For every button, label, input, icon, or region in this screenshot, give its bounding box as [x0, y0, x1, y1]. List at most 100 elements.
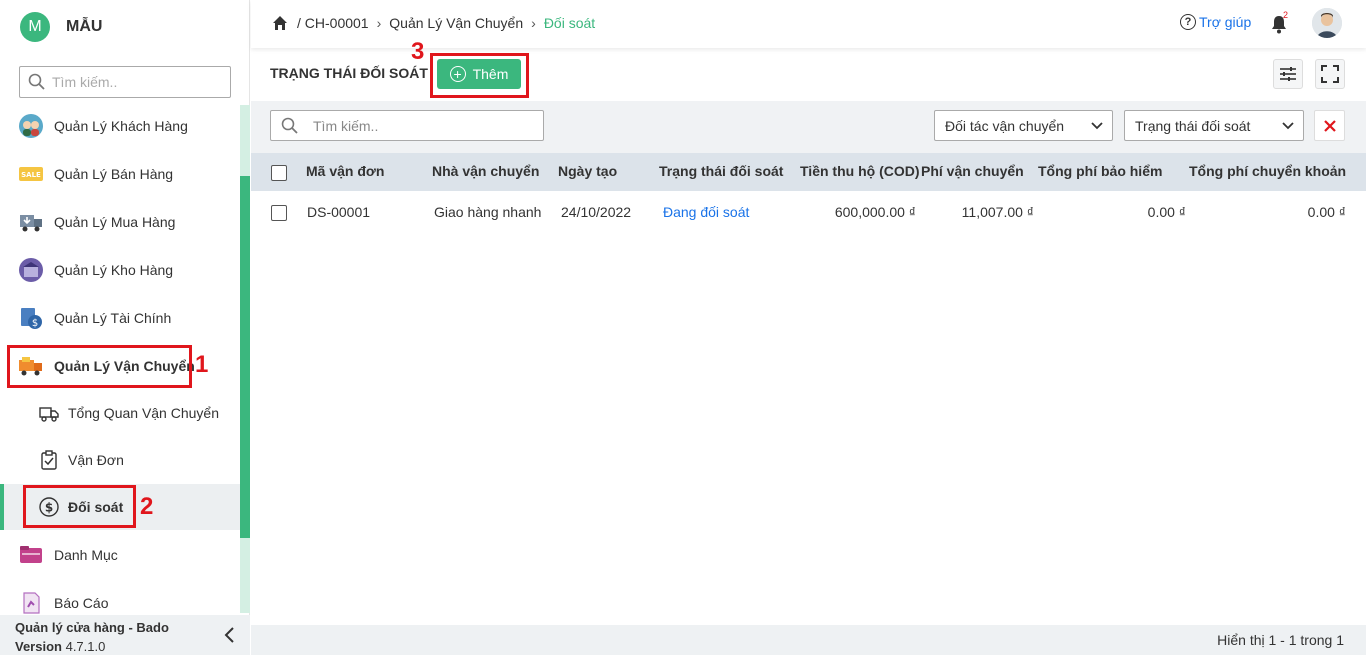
sidebar-search-placeholder: Tìm kiếm.. — [52, 74, 118, 90]
breadcrumb-shipping[interactable]: Quản Lý Vận Chuyển — [389, 15, 523, 31]
notification-badge: 2 — [1283, 10, 1289, 20]
sidebar-item-customers[interactable]: Quản Lý Khách Hàng — [18, 111, 188, 141]
folder-icon — [18, 542, 44, 568]
help-link[interactable]: ? Trợ giúp — [1180, 14, 1251, 30]
status-select[interactable]: Trạng thái đối soát — [1124, 110, 1304, 141]
sidebar-subitem-shipping-overview[interactable]: Tổng Quan Vận Chuyển — [38, 398, 219, 428]
annotation-number-1: 1 — [195, 351, 209, 378]
sidebar-item-label: Quản Lý Khách Hàng — [54, 118, 188, 134]
table-header: Mã vận đơn Nhà vận chuyển Ngày tạo Trạng… — [251, 153, 1366, 191]
report-icon — [18, 590, 44, 616]
status-select-value: Trạng thái đối soát — [1135, 117, 1251, 134]
sliders-icon — [1280, 67, 1296, 81]
select-all-checkbox[interactable] — [271, 165, 287, 181]
breadcrumb-store[interactable]: / CH-00001 — [297, 15, 369, 31]
sidebar-item-warehouse[interactable]: Quản Lý Kho Hàng — [18, 255, 173, 285]
active-item-indicator — [0, 484, 4, 530]
table-search-placeholder: Tìm kiếm.. — [313, 117, 379, 134]
column-header[interactable]: Tiền thu hộ (COD) — [800, 163, 920, 179]
sidebar-item-reports[interactable]: Báo Cáo — [18, 588, 108, 618]
sidebar-item-label: Quản Lý Kho Hàng — [54, 262, 174, 278]
fullscreen-icon — [1321, 65, 1339, 83]
sidebar-item-label: Quản Lý Bán Hàng — [54, 166, 174, 182]
chevron-down-icon — [1091, 121, 1103, 129]
sidebar-item-sales[interactable]: SALE Quản Lý Bán Hàng — [18, 159, 173, 189]
sale-tag-icon: SALE — [18, 161, 44, 187]
pagination-info: Hiển thị 1 - 1 trong 1 — [1217, 632, 1344, 648]
cell-carrier: Giao hàng nhanh — [434, 204, 542, 220]
column-header[interactable]: Nhà vận chuyển — [432, 163, 539, 179]
brand-name: MẪU — [66, 18, 103, 35]
search-icon — [28, 73, 45, 90]
sidebar-item-label: Danh Mục — [54, 547, 118, 563]
cell-code: DS-00001 — [307, 204, 371, 220]
column-header[interactable]: Trạng thái đối soát — [659, 163, 783, 179]
column-header[interactable]: Ngày tạo — [558, 163, 617, 179]
version-number: 4.7.1.0 — [65, 639, 106, 654]
avatar[interactable] — [1312, 8, 1342, 38]
row-checkbox[interactable] — [271, 205, 287, 221]
column-header[interactable]: Tổng phí chuyển khoản — [1189, 163, 1346, 179]
svg-text:$: $ — [32, 318, 38, 329]
column-settings-button[interactable] — [1273, 59, 1303, 89]
question-circle-icon: ? — [1180, 14, 1196, 30]
partner-select-value: Đối tác vận chuyển — [945, 117, 1065, 134]
annotation-box-1 — [7, 345, 192, 388]
clear-filters-button[interactable] — [1314, 110, 1345, 141]
customers-icon — [18, 113, 44, 139]
app-name: Quản lý cửa hàng - Bado — [15, 620, 169, 635]
sidebar-subitem-label: Vận Đơn — [68, 452, 124, 468]
sidebar-item-label: Báo Cáo — [54, 595, 109, 611]
sidebar-item-finance[interactable]: $ Quản Lý Tài Chính — [18, 303, 171, 333]
delivery-truck-icon — [38, 402, 60, 424]
pagination-bar: Hiển thị 1 - 1 trong 1 — [251, 625, 1366, 655]
svg-text:SALE: SALE — [21, 171, 41, 179]
purchase-truck-icon — [18, 209, 44, 235]
brand-logo: M — [20, 12, 50, 42]
version-label: Version — [15, 639, 62, 654]
chevron-right-icon: › — [531, 15, 536, 31]
column-header[interactable]: Phí vận chuyển — [921, 163, 1024, 179]
annotation-box-3 — [430, 53, 529, 98]
cell-insurance-fee: 0.00 ₫ — [1147, 204, 1186, 220]
sidebar: M MẪU Tìm kiếm.. Quản Lý Khách Hàng SALE… — [0, 0, 250, 655]
sidebar-scrollbar-thumb[interactable] — [240, 176, 250, 538]
finance-icon: $ — [18, 305, 44, 331]
sidebar-subitem-label: Tổng Quan Vận Chuyển — [68, 405, 219, 421]
sidebar-subitem-waybill[interactable]: Vận Đơn — [38, 445, 124, 475]
sidebar-search-input[interactable]: Tìm kiếm.. — [19, 66, 231, 98]
sidebar-item-categories[interactable]: Danh Mục — [18, 540, 118, 570]
cell-transfer-fee: 0.00 ₫ — [1307, 204, 1346, 220]
partner-select[interactable]: Đối tác vận chuyển — [934, 110, 1113, 141]
column-header[interactable]: Mã vận đơn — [306, 163, 384, 179]
sidebar-item-purchase[interactable]: Quản Lý Mua Hàng — [18, 207, 175, 237]
cell-cod: 600,000.00 ₫ — [834, 204, 916, 220]
search-icon — [281, 117, 298, 134]
sidebar-item-label: Quản Lý Tài Chính — [54, 310, 172, 326]
cell-status[interactable]: Đang đối soát — [663, 204, 749, 220]
breadcrumb-current: Đối soát — [543, 15, 596, 31]
chevron-down-icon — [1282, 121, 1294, 129]
sidebar-item-label: Quản Lý Mua Hàng — [54, 214, 176, 230]
page-title: TRẠNG THÁI ĐỐI SOÁT — [270, 65, 428, 81]
collapse-sidebar-icon[interactable] — [222, 625, 238, 645]
annotation-box-2 — [23, 485, 136, 528]
home-icon[interactable] — [271, 14, 289, 32]
table-search-input[interactable]: Tìm kiếm.. — [270, 110, 544, 141]
sidebar-footer: Quản lý cửa hàng - Bado Version 4.7.1.0 — [0, 615, 250, 655]
clipboard-check-icon — [38, 449, 60, 471]
annotation-number-3: 3 — [411, 38, 425, 65]
close-icon — [1323, 119, 1336, 132]
filter-bar: Tìm kiếm.. Đối tác vận chuyển Trạng thái… — [251, 101, 1366, 153]
cell-shipping-fee: 11,007.00 ₫ — [961, 204, 1034, 220]
fullscreen-button[interactable] — [1315, 59, 1345, 89]
help-label: Trợ giúp — [1199, 14, 1252, 30]
annotation-number-2: 2 — [140, 493, 154, 520]
cell-date: 24/10/2022 — [561, 204, 632, 220]
brand[interactable]: M MẪU — [20, 12, 102, 42]
warehouse-icon — [18, 257, 44, 283]
breadcrumb: / CH-00001 › Quản Lý Vận Chuyển › Đối so… — [271, 14, 595, 32]
app-version: Version 4.7.1.0 — [15, 639, 105, 654]
chevron-right-icon: › — [376, 15, 382, 31]
column-header[interactable]: Tổng phí bảo hiểm — [1038, 163, 1162, 179]
